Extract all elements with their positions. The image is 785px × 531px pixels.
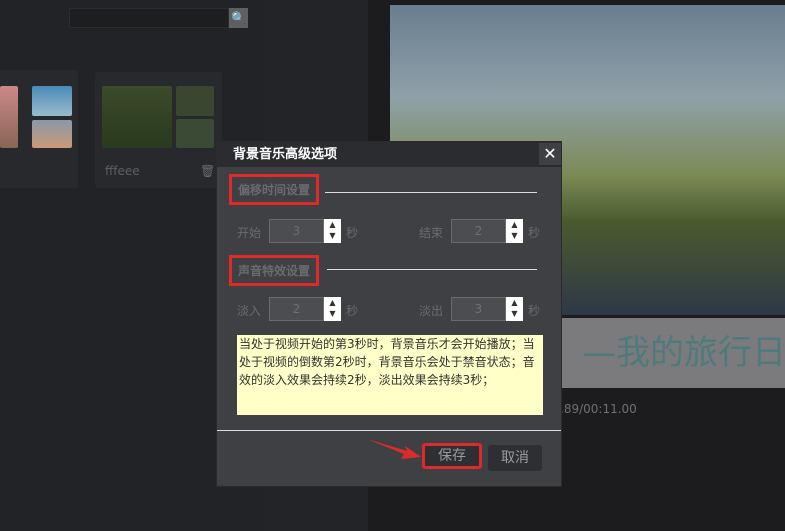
search-input[interactable] bbox=[69, 8, 229, 28]
search-icon[interactable]: 🔍 bbox=[229, 8, 248, 28]
stepper-arrows-icon[interactable]: ▲ ▼ bbox=[324, 297, 341, 321]
end-label: 结束 bbox=[419, 226, 444, 240]
unit-label: 秒 bbox=[346, 304, 359, 318]
stepper-arrows-icon[interactable]: ▲ ▼ bbox=[506, 297, 523, 321]
playback-time: .89/00:11.00 bbox=[560, 402, 637, 416]
arrow-annotation-icon bbox=[367, 439, 421, 459]
save-button[interactable]: 保存 bbox=[422, 443, 482, 469]
end-value[interactable]: 2 bbox=[451, 219, 506, 243]
divider bbox=[327, 269, 537, 270]
start-value[interactable]: 3 bbox=[269, 219, 324, 243]
thumbnail bbox=[102, 86, 172, 148]
unit-label: 秒 bbox=[346, 226, 359, 240]
start-stepper[interactable]: 3 ▲ ▼ bbox=[269, 219, 341, 243]
start-label: 开始 bbox=[237, 226, 262, 240]
divider bbox=[325, 192, 537, 193]
stepper-arrows-icon[interactable]: ▲ ▼ bbox=[324, 219, 341, 243]
stepper-arrows-icon[interactable]: ▲ ▼ bbox=[506, 219, 523, 243]
thumbnail bbox=[32, 120, 72, 148]
dialog-title: 背景音乐高级选项 bbox=[217, 142, 561, 167]
media-folder[interactable]: fffeee 🗑 bbox=[95, 72, 222, 188]
fadeout-stepper[interactable]: 3 ▲ ▼ bbox=[451, 297, 523, 321]
effect-section-title: 声音特效设置 bbox=[229, 255, 320, 286]
unit-label: 秒 bbox=[528, 226, 541, 240]
cancel-button[interactable]: 取消 bbox=[488, 445, 542, 471]
fadein-value[interactable]: 2 bbox=[269, 297, 324, 321]
divider bbox=[217, 430, 561, 431]
media-folder[interactable] bbox=[0, 70, 78, 188]
close-icon[interactable]: ✕ bbox=[539, 143, 561, 165]
fadein-stepper[interactable]: 2 ▲ ▼ bbox=[269, 297, 341, 321]
fadein-label: 淡入 bbox=[237, 304, 262, 318]
thumbnail bbox=[0, 86, 18, 148]
bgm-advanced-dialog: 背景音乐高级选项 ✕ 偏移时间设置 开始 3 ▲ ▼ 秒 结束 2 ▲ ▼ 秒 声音… bbox=[216, 141, 562, 487]
trash-icon[interactable]: 🗑 bbox=[200, 164, 215, 178]
folder-name: fffeee bbox=[105, 164, 140, 178]
offset-section-title: 偏移时间设置 bbox=[229, 174, 320, 205]
unit-label: 秒 bbox=[528, 304, 541, 318]
fadeout-value[interactable]: 3 bbox=[451, 297, 506, 321]
end-stepper[interactable]: 2 ▲ ▼ bbox=[451, 219, 523, 243]
thumbnail bbox=[176, 119, 214, 148]
thumbnail bbox=[32, 86, 72, 116]
description-note: 当处于视频开始的第3秒时，背景音乐才会开始播放；当处于视频的倒数第2秒时，背景音… bbox=[237, 335, 543, 415]
fadeout-label: 淡出 bbox=[419, 304, 444, 318]
thumbnail bbox=[176, 86, 214, 116]
